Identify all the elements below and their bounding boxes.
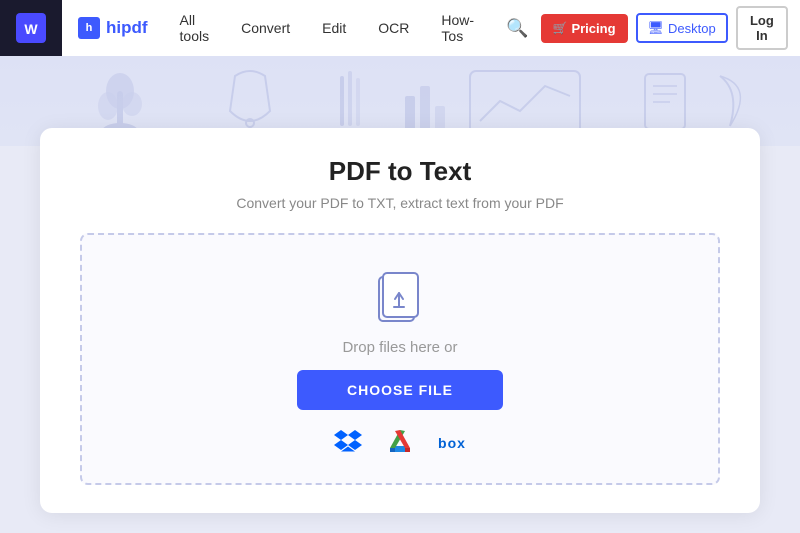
login-label: Log In — [750, 13, 774, 43]
pricing-button[interactable]: 🛒 Pricing — [541, 14, 628, 43]
wondershare-logo[interactable]: W — [0, 0, 62, 56]
content-card: PDF to Text Convert your PDF to TXT, ext… — [40, 128, 760, 513]
google-drive-icon[interactable] — [386, 428, 414, 457]
search-icon: 🔍 — [506, 18, 528, 38]
navbar: W h hipdf All tools Convert Edit OCR How… — [0, 0, 800, 56]
hipdf-logo-icon: h — [78, 17, 100, 39]
nav-how-tos[interactable]: How-Tos — [425, 0, 490, 56]
login-button[interactable]: Log In — [736, 6, 788, 50]
desktop-icon: 🖥 — [648, 20, 665, 36]
upload-icon-wrap — [102, 271, 698, 327]
drop-text: Drop files here or — [102, 339, 698, 356]
search-button[interactable]: 🔍 — [502, 14, 532, 43]
cart-icon: 🛒 — [553, 21, 568, 35]
upload-icon — [375, 271, 425, 327]
hipdf-brand[interactable]: h hipdf — [62, 0, 164, 56]
pricing-label: Pricing — [571, 21, 615, 36]
box-icon[interactable]: box — [438, 435, 466, 451]
nav-all-tools[interactable]: All tools — [164, 0, 226, 56]
hipdf-brand-text: hipdf — [106, 18, 148, 38]
nav-ocr[interactable]: OCR — [362, 0, 425, 56]
page-title: PDF to Text — [80, 156, 720, 187]
desktop-label: Desktop — [668, 21, 716, 36]
choose-file-button[interactable]: CHOOSE FILE — [297, 370, 503, 410]
nav-convert[interactable]: Convert — [225, 0, 306, 56]
page-subtitle: Convert your PDF to TXT, extract text fr… — [80, 195, 720, 211]
desktop-button[interactable]: 🖥 Desktop — [636, 13, 728, 43]
dropbox-icon[interactable] — [334, 428, 362, 457]
main-content: PDF to Text Convert your PDF to TXT, ext… — [0, 146, 800, 533]
nav-links: All tools Convert Edit OCR How-Tos — [164, 0, 491, 56]
cloud-icons: box — [102, 428, 698, 457]
svg-text:W: W — [24, 21, 38, 37]
drop-zone[interactable]: Drop files here or CHOOSE FILE — [80, 233, 720, 485]
ws-icon: W — [16, 13, 46, 43]
nav-actions: 🔍 🛒 Pricing 🖥 Desktop Log In — [490, 0, 800, 56]
nav-edit[interactable]: Edit — [306, 0, 362, 56]
